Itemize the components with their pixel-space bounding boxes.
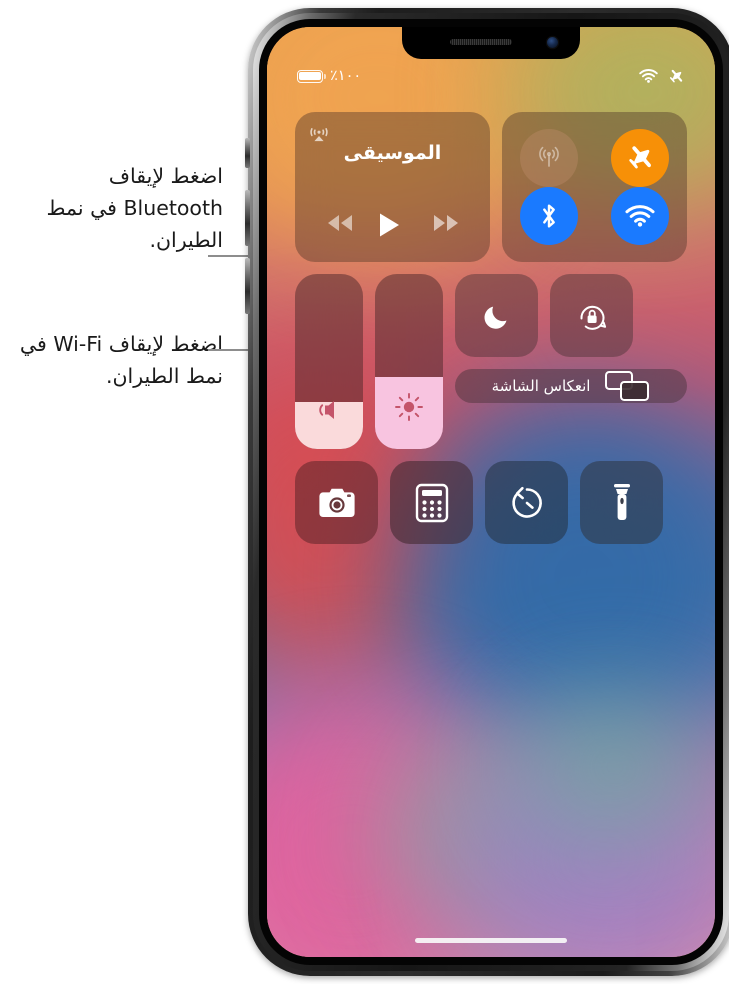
status-bar: ٪١٠٠ bbox=[267, 65, 715, 87]
device-screen: ٪١٠٠ الموسيقى انعكاس الشاشة bbox=[267, 27, 715, 957]
flashlight-shortcut[interactable] bbox=[580, 461, 663, 544]
screen-mirroring-icon bbox=[604, 369, 650, 403]
device-notch bbox=[402, 27, 580, 59]
battery-fill bbox=[299, 71, 321, 81]
control-center-row-1: الموسيقى bbox=[295, 112, 687, 262]
timer-shortcut[interactable] bbox=[485, 461, 568, 544]
connectivity-tile bbox=[502, 112, 687, 262]
airplay-icon[interactable] bbox=[308, 123, 330, 145]
status-bar-left: ٪١٠٠ bbox=[297, 68, 361, 84]
wifi-toggle[interactable] bbox=[611, 187, 669, 245]
media-playback-tile[interactable]: الموسيقى bbox=[295, 112, 490, 262]
brightness-icon bbox=[375, 391, 443, 423]
battery-icon bbox=[297, 69, 326, 83]
control-center: الموسيقى انعكاس الشاشة bbox=[295, 112, 687, 556]
volume-slider[interactable] bbox=[295, 274, 363, 449]
volume-down-button[interactable] bbox=[245, 258, 250, 314]
cellular-toggle[interactable] bbox=[520, 129, 578, 187]
calculator-shortcut[interactable] bbox=[390, 461, 473, 544]
rewind-icon[interactable] bbox=[325, 212, 355, 236]
media-title: الموسيقى bbox=[343, 142, 442, 164]
speaker-icon bbox=[295, 397, 363, 423]
speaker-grille bbox=[450, 39, 512, 45]
media-controls bbox=[295, 212, 490, 237]
airplane-mode-toggle[interactable] bbox=[611, 129, 669, 187]
control-center-right-column: انعكاس الشاشة bbox=[455, 274, 687, 403]
front-camera bbox=[547, 37, 558, 48]
volume-up-button[interactable] bbox=[245, 190, 250, 246]
silent-switch[interactable] bbox=[245, 138, 250, 168]
callout-bluetooth: اضغط لإيقاف Bluetooth في نمط الطيران. bbox=[46, 164, 223, 252]
orientation-lock-toggle[interactable] bbox=[550, 274, 633, 357]
control-center-row-3 bbox=[295, 461, 687, 544]
iphone-device: ٪١٠٠ الموسيقى انعكاس الشاشة bbox=[245, 8, 729, 976]
wifi-icon bbox=[639, 69, 658, 83]
do-not-disturb-toggle[interactable] bbox=[455, 274, 538, 357]
callout-wifi: اضغط لإيقاف Wi-Fi في نمط الطيران. bbox=[19, 332, 223, 388]
fastforward-icon[interactable] bbox=[431, 212, 461, 236]
bluetooth-toggle[interactable] bbox=[520, 187, 578, 245]
battery-percentage: ٪١٠٠ bbox=[330, 68, 362, 84]
illustration-canvas: اضغط لإيقاف Bluetooth في نمط الطيران. اض… bbox=[0, 0, 729, 984]
home-indicator[interactable] bbox=[415, 937, 567, 943]
toggle-row bbox=[455, 274, 687, 357]
camera-shortcut[interactable] bbox=[295, 461, 378, 544]
control-center-row-2: انعكاس الشاشة bbox=[295, 274, 687, 449]
status-bar-right bbox=[639, 68, 685, 85]
wallpaper-blob-green2 bbox=[525, 687, 705, 847]
screen-mirroring-label: انعكاس الشاشة bbox=[491, 376, 591, 395]
airplane-icon bbox=[667, 68, 685, 85]
brightness-slider[interactable] bbox=[375, 274, 443, 449]
play-icon[interactable] bbox=[378, 212, 408, 237]
screen-mirroring-tile[interactable]: انعكاس الشاشة bbox=[455, 369, 687, 403]
